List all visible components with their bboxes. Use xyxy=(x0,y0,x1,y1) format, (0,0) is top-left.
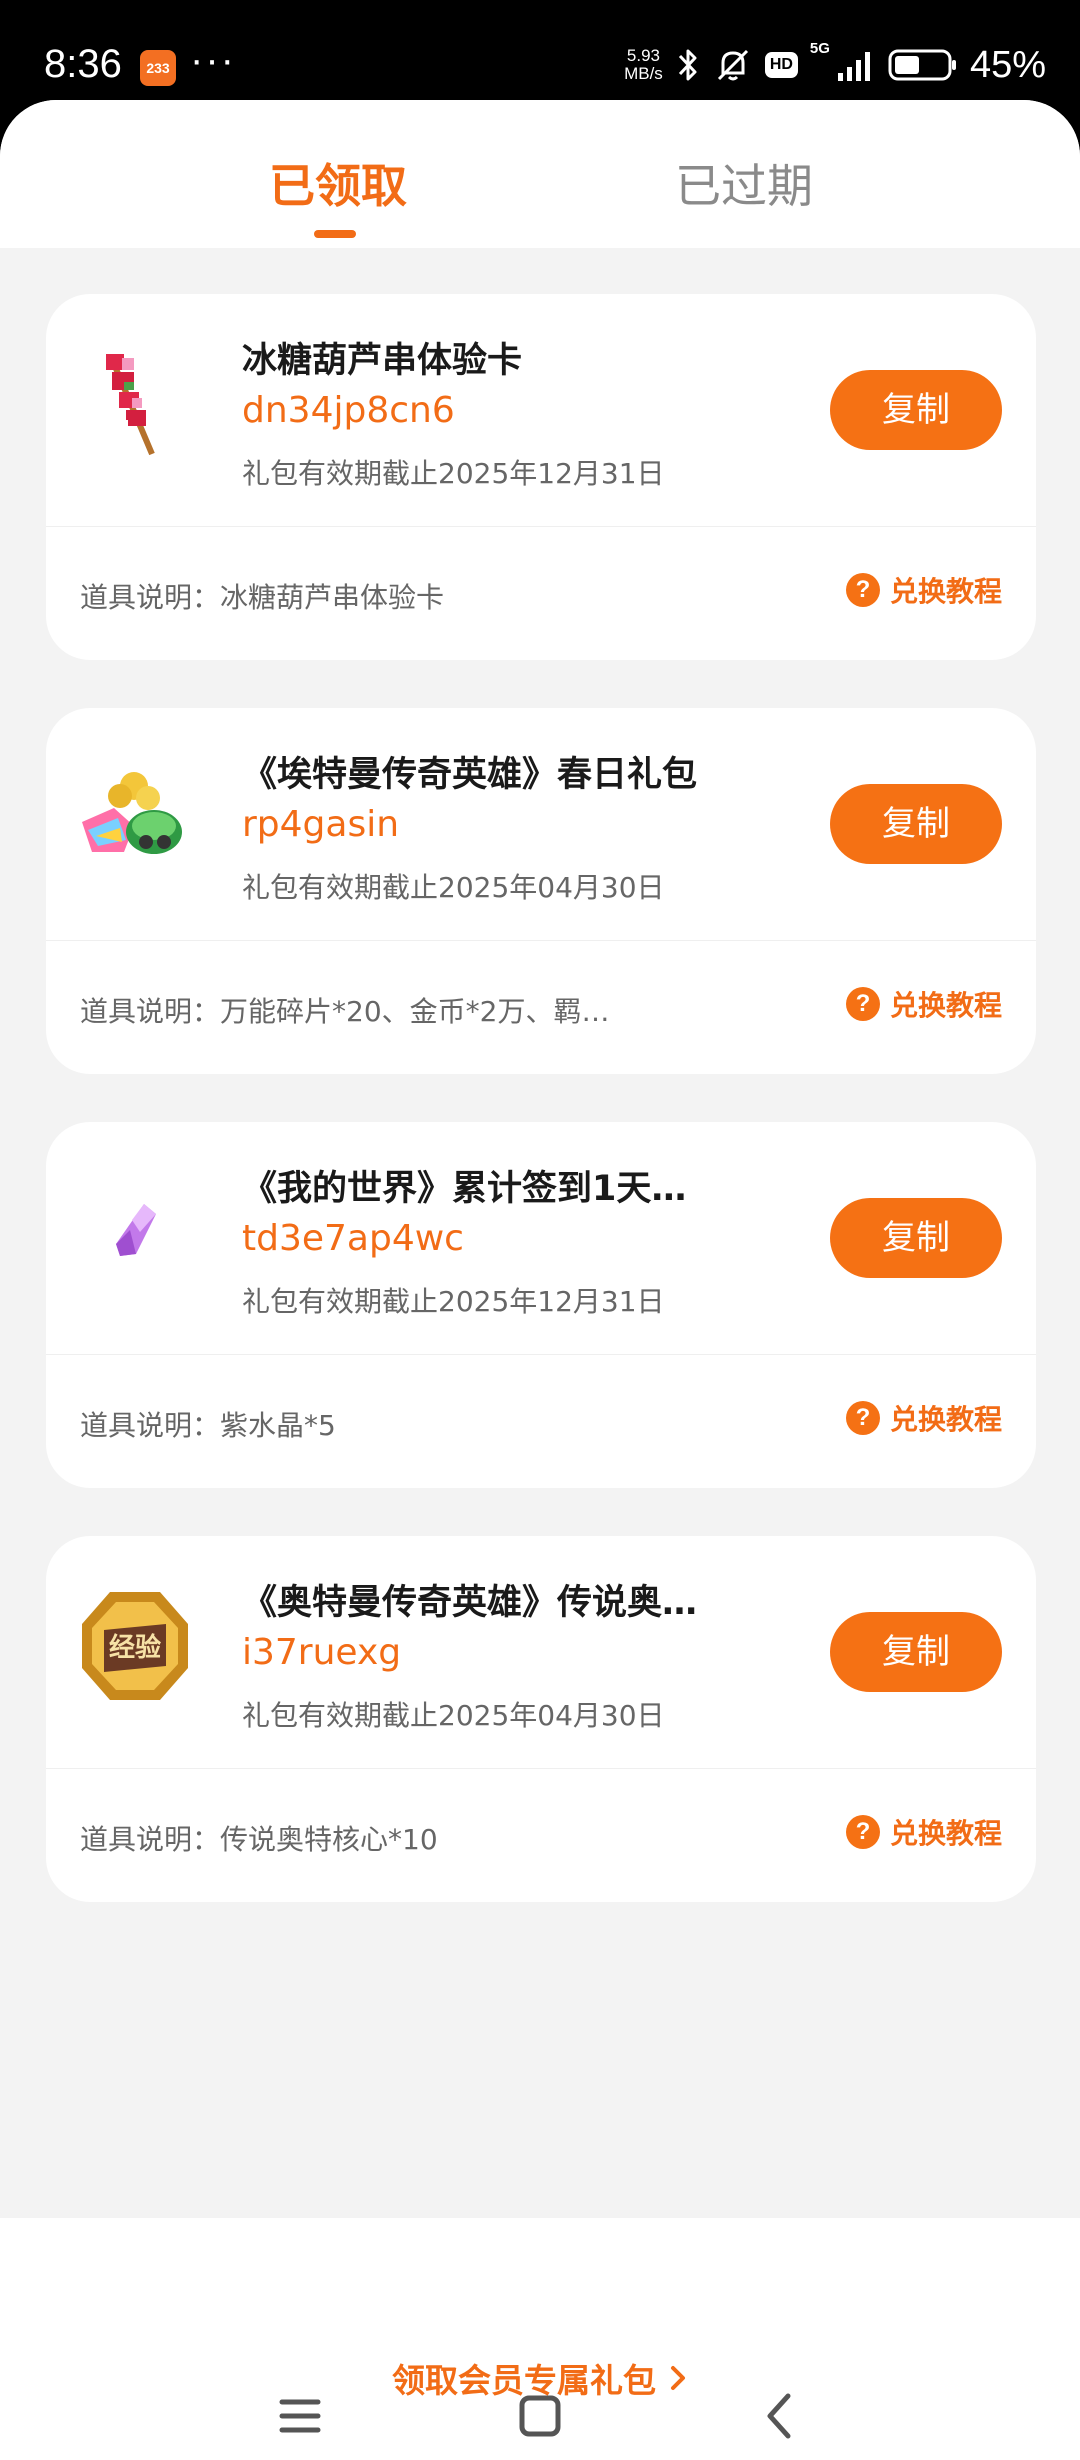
tab-expired[interactable]: 已过期 xyxy=(675,150,813,216)
gift-card-header: 《埃特曼传奇英雄》春日礼包 rp4gasin 礼包有效期截止2025年04月30… xyxy=(46,708,1036,941)
more-notifications-icon: ··· xyxy=(190,38,236,82)
help-icon: ? xyxy=(845,1401,880,1435)
gift-title: 冰糖葫芦串体验卡 xyxy=(242,341,523,381)
redeem-tutorial-label: 兑换教程 xyxy=(889,575,1002,608)
gift-expiry: 礼包有效期截止2025年04月30日 xyxy=(242,871,665,904)
network-type-label: 5G xyxy=(809,40,830,57)
copy-button[interactable]: 复制 xyxy=(830,1198,1002,1278)
gift-bundle-icon xyxy=(82,772,182,854)
legend-core-icon-text: 经验 xyxy=(109,1632,161,1663)
home-icon[interactable] xyxy=(510,2386,570,2446)
gift-card-header: 经验 《奥特曼传奇英雄》传说奥… i37ruexg 礼包有效期截止2025年04… xyxy=(46,1536,1036,1769)
battery-percent: 45% xyxy=(969,43,1046,86)
gift-card: 经验 《奥特曼传奇英雄》传说奥… i37ruexg 礼包有效期截止2025年04… xyxy=(46,1536,1036,1902)
menu-icon[interactable] xyxy=(270,2386,330,2446)
gift-card: 冰糖葫芦串体验卡 dn34jp8cn6 礼包有效期截止2025年12月31日 复… xyxy=(46,294,1036,660)
gift-expiry: 礼包有效期截止2025年12月31日 xyxy=(242,1285,665,1318)
copy-button[interactable]: 复制 xyxy=(830,784,1002,864)
gift-expiry: 礼包有效期截止2025年12月31日 xyxy=(242,457,665,490)
gift-description: 道具说明：传说奥特核心*10 xyxy=(80,1823,438,1856)
redeem-tutorial-link[interactable]: ? 兑换教程 xyxy=(845,1398,1002,1438)
gift-list-page: 已领取 已过期 冰糖葫芦串体验卡 dn34jp8cn6 礼包有效期截止2025年… xyxy=(0,100,1080,2460)
status-bar: 8:36 233 ··· 5.93 MB/s HD 5G 45% xyxy=(0,0,1080,100)
redeem-tutorial-link[interactable]: ? 兑换教程 xyxy=(845,570,1002,610)
tab-bar: 已领取 已过期 xyxy=(0,100,1080,248)
redeem-tutorial-link[interactable]: ? 兑换教程 xyxy=(845,1812,1002,1852)
gift-card: 《埃特曼传奇英雄》春日礼包 rp4gasin 礼包有效期截止2025年04月30… xyxy=(46,708,1036,1074)
help-icon: ? xyxy=(845,987,880,1021)
network-speed: 5.93 MB/s xyxy=(624,47,663,83)
help-icon: ? xyxy=(845,1815,880,1849)
gift-expiry: 礼包有效期截止2025年04月30日 xyxy=(242,1699,665,1732)
gift-code[interactable]: dn34jp8cn6 xyxy=(242,390,455,431)
candied-haws-icon xyxy=(106,354,155,456)
system-nav-bar xyxy=(0,2360,1080,2460)
hd-voice-icon: HD xyxy=(764,52,798,78)
gift-card: 《我的世界》累计签到1天… td3e7ap4wc 礼包有效期截止2025年12月… xyxy=(46,1122,1036,1488)
gift-code[interactable]: rp4gasin xyxy=(242,804,399,845)
status-icons: 5.93 MB/s HD 5G 45% xyxy=(624,40,1046,90)
gift-title: 《埃特曼传奇英雄》春日礼包 xyxy=(242,755,698,795)
copy-button[interactable]: 复制 xyxy=(830,1612,1002,1692)
battery-icon xyxy=(888,49,956,81)
app-notification-badge: 233 xyxy=(140,50,176,86)
mute-bell-icon xyxy=(717,49,748,81)
redeem-tutorial-link[interactable]: ? 兑换教程 xyxy=(845,984,1002,1024)
copy-button[interactable]: 复制 xyxy=(830,370,1002,450)
redeem-tutorial-label: 兑换教程 xyxy=(889,1817,1002,1850)
active-tab-indicator xyxy=(314,230,356,238)
gift-code[interactable]: td3e7ap4wc xyxy=(242,1218,464,1259)
legend-core-icon: 经验 xyxy=(82,1592,188,1700)
gift-card-header: 冰糖葫芦串体验卡 dn34jp8cn6 礼包有效期截止2025年12月31日 复… xyxy=(46,294,1036,527)
help-icon: ? xyxy=(845,573,880,607)
amethyst-crystal-icon xyxy=(116,1204,156,1256)
gift-title: 《我的世界》累计签到1天… xyxy=(242,1169,687,1209)
gift-description: 道具说明：冰糖葫芦串体验卡 xyxy=(80,581,445,614)
gift-card-header: 《我的世界》累计签到1天… td3e7ap4wc 礼包有效期截止2025年12月… xyxy=(46,1122,1036,1355)
gift-code[interactable]: i37ruexg xyxy=(242,1632,401,1673)
status-time: 8:36 xyxy=(44,42,122,86)
network-speed-unit: MB/s xyxy=(624,64,663,83)
gift-description: 道具说明：万能碎片*20、金币*2万、羁… xyxy=(80,995,610,1028)
tab-claimed[interactable]: 已领取 xyxy=(269,150,407,216)
bluetooth-icon xyxy=(678,49,697,81)
gift-title: 《奥特曼传奇英雄》传说奥… xyxy=(242,1583,698,1623)
redeem-tutorial-label: 兑换教程 xyxy=(889,1403,1002,1436)
back-icon[interactable] xyxy=(750,2386,810,2446)
signal-strength-icon xyxy=(837,52,870,81)
gift-description: 道具说明：紫水晶*5 xyxy=(80,1409,336,1442)
redeem-tutorial-label: 兑换教程 xyxy=(889,989,1002,1022)
network-speed-value: 5.93 xyxy=(626,46,660,65)
